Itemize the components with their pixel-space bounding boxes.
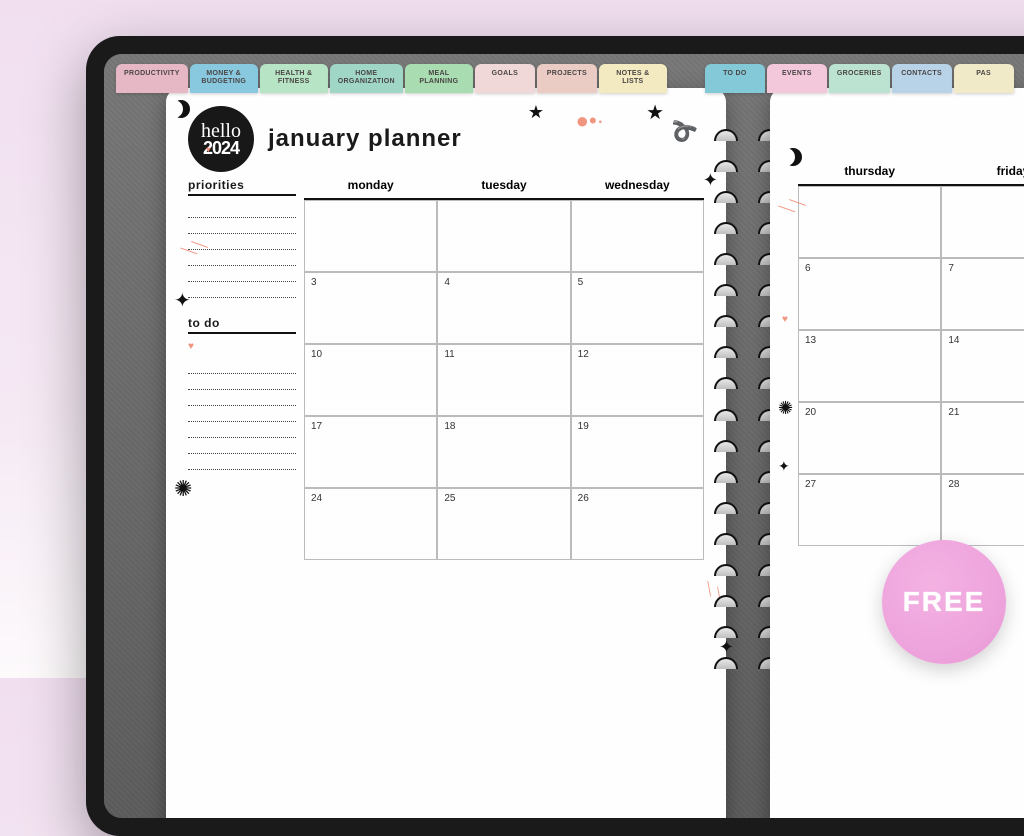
- tab-notes[interactable]: NOTES & LISTS: [599, 64, 667, 93]
- priorities-heading: priorities: [188, 178, 296, 196]
- free-text: FREE: [903, 586, 986, 618]
- calendar-cell[interactable]: 4: [437, 272, 570, 344]
- tab-meal[interactable]: MEAL PLANNING: [405, 64, 473, 93]
- todo-line[interactable]: [188, 358, 296, 374]
- page-title: january planner: [268, 125, 462, 153]
- calendar-cell[interactable]: [571, 200, 704, 272]
- tab-health[interactable]: HEALTH & FITNESS: [260, 64, 328, 93]
- calendar-cell[interactable]: 27: [798, 474, 941, 546]
- calendar-cell[interactable]: 19: [571, 416, 704, 488]
- sidebar: priorities ⟍⟍ ✦ to do ♥: [188, 178, 304, 560]
- tab-productivity[interactable]: PRODUCTIVITY: [116, 64, 188, 93]
- calendar-right: thursdayfriday 67131420212728: [798, 164, 1024, 546]
- tab-home[interactable]: HOME ORGANIZATION: [330, 64, 403, 93]
- heart-icon: ♥: [188, 341, 194, 352]
- squiggle-icon: ➰: [665, 116, 700, 150]
- spiral-binding: [726, 88, 770, 818]
- heart-icon: ♥: [206, 146, 211, 153]
- priority-line[interactable]: [188, 218, 296, 234]
- burst-icon: ✺: [778, 398, 793, 419]
- page-header: hello 2024 ♥ january planner ★ ●•· ★ ➰: [188, 106, 704, 172]
- calendar-cell[interactable]: 11: [437, 344, 570, 416]
- page-right: ⟍⟍ ♥ ✺ ✦ thursdayfriday67131420212728: [770, 88, 1024, 818]
- todo-line[interactable]: [188, 406, 296, 422]
- page-left: hello 2024 ♥ january planner ★ ●•· ★ ➰ p…: [166, 88, 726, 818]
- calendar-cell[interactable]: 7: [941, 258, 1024, 330]
- calendar-cell[interactable]: 3: [304, 272, 437, 344]
- tablet-frame: PRODUCTIVITYMONEY & BUDGETINGHEALTH & FI…: [86, 36, 1024, 836]
- todo-line[interactable]: [188, 374, 296, 390]
- calendar-cell[interactable]: 6: [798, 258, 941, 330]
- star-icon: ✦: [174, 288, 191, 313]
- todo-line[interactable]: [188, 422, 296, 438]
- calendar-cell[interactable]: [798, 186, 941, 258]
- todo-line[interactable]: [188, 454, 296, 470]
- main-grid: priorities ⟍⟍ ✦ to do ♥: [188, 178, 704, 560]
- priority-line[interactable]: [188, 282, 296, 298]
- star-icon: ✦: [778, 458, 790, 475]
- moon-icon: [784, 148, 802, 166]
- heart-icon: ♥: [782, 314, 788, 325]
- tab-events[interactable]: EVENTS: [767, 64, 827, 93]
- day-header: tuesday: [437, 178, 570, 200]
- burst-icon: ✺: [174, 476, 192, 501]
- calendar-cell[interactable]: 5: [571, 272, 704, 344]
- calendar-cell[interactable]: 10: [304, 344, 437, 416]
- day-header: thursday: [798, 164, 941, 186]
- calendar-cell[interactable]: 20: [798, 402, 941, 474]
- tab-to[interactable]: TO DO: [705, 64, 765, 93]
- priority-line[interactable]: [188, 266, 296, 282]
- day-header: friday: [941, 164, 1024, 186]
- calendar-cell[interactable]: 26: [571, 488, 704, 560]
- day-header: wednesday: [571, 178, 704, 200]
- tab-pas[interactable]: PAS: [954, 64, 1014, 93]
- tab-projects[interactable]: PROJECTS: [537, 64, 597, 93]
- tablet-screen: PRODUCTIVITYMONEY & BUDGETINGHEALTH & FI…: [104, 54, 1024, 818]
- calendar-cell[interactable]: 17: [304, 416, 437, 488]
- calendar-cell[interactable]: 28: [941, 474, 1024, 546]
- tab-money[interactable]: MONEY & BUDGETING: [190, 64, 258, 93]
- tab-groceries[interactable]: GROCERIES: [829, 64, 890, 93]
- tab-goals[interactable]: GOALS: [475, 64, 535, 93]
- calendar-cell[interactable]: 12: [571, 344, 704, 416]
- calendar-cell[interactable]: 25: [437, 488, 570, 560]
- tab-contacts[interactable]: CONTACTS: [892, 64, 952, 93]
- calendar-cell[interactable]: [437, 200, 570, 272]
- star-icon: ★: [528, 102, 544, 123]
- star-icon: ★: [646, 100, 664, 125]
- calendar-cell[interactable]: 21: [941, 402, 1024, 474]
- day-header: monday: [304, 178, 437, 200]
- todo-line[interactable]: [188, 390, 296, 406]
- hello-2024-badge: hello 2024 ♥: [188, 106, 254, 172]
- calendar-cell[interactable]: 14: [941, 330, 1024, 402]
- calendar-left: mondaytuesdaywednesday345101112171819242…: [304, 178, 704, 560]
- calendar-cell[interactable]: [304, 200, 437, 272]
- todo-heading: to do: [188, 316, 296, 334]
- planner-pages: hello 2024 ♥ january planner ★ ●•· ★ ➰ p…: [166, 88, 1024, 818]
- free-badge: FREE: [882, 540, 1006, 664]
- calendar-cell[interactable]: 18: [437, 416, 570, 488]
- priority-line[interactable]: [188, 202, 296, 218]
- dots-icon: ●•·: [576, 108, 604, 134]
- planner-tabs: PRODUCTIVITYMONEY & BUDGETINGHEALTH & FI…: [116, 64, 1014, 93]
- todo-line[interactable]: [188, 438, 296, 454]
- calendar-cell[interactable]: 24: [304, 488, 437, 560]
- calendar-cell[interactable]: 13: [798, 330, 941, 402]
- calendar-cell[interactable]: [941, 186, 1024, 258]
